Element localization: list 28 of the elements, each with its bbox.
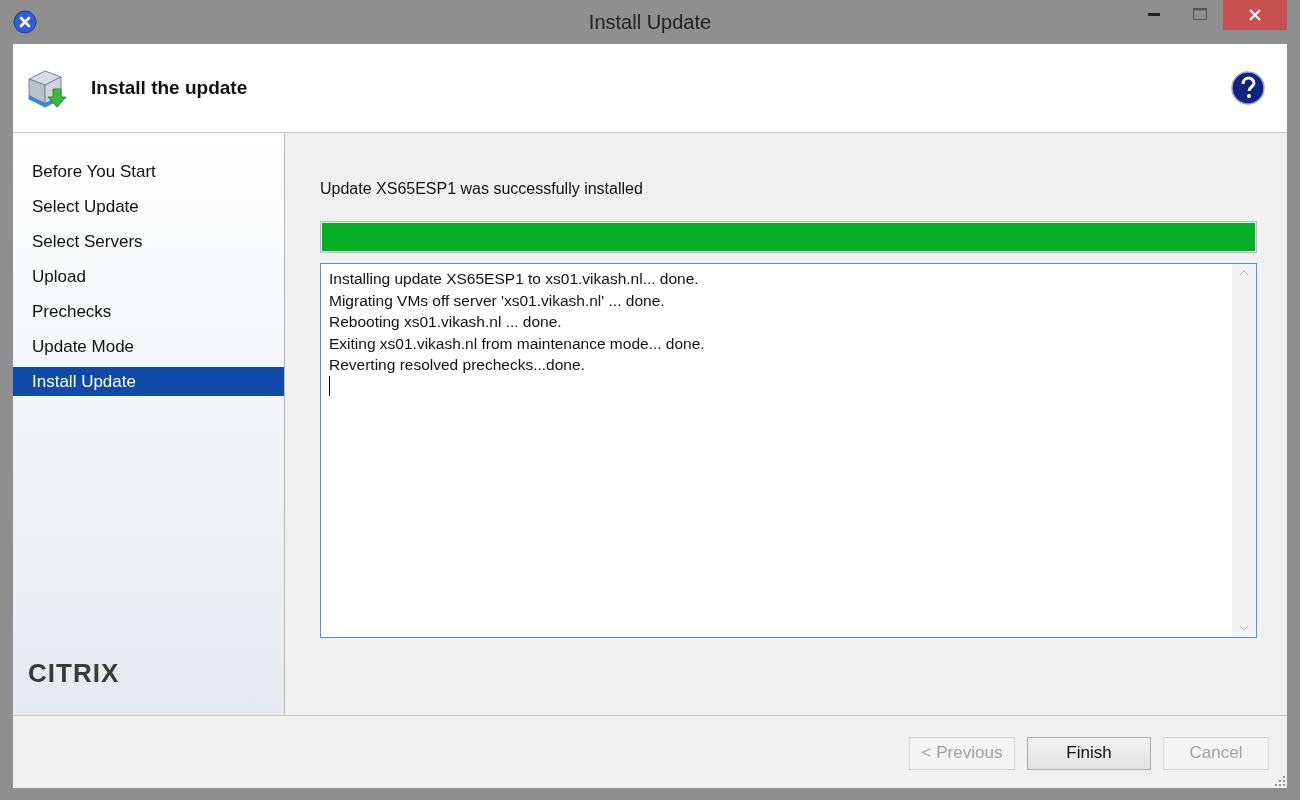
status-message: Update XS65ESP1 was successfully installed bbox=[320, 179, 644, 199]
log-line: Reverting resolved prechecks...done. bbox=[329, 355, 585, 375]
sidebar-item[interactable]: Select Update bbox=[13, 192, 284, 221]
text-cursor bbox=[329, 375, 330, 396]
log-line: Installing update XS65ESP1 to xs01.vikash.nl... done. bbox=[329, 269, 699, 289]
header-title: Install the update bbox=[91, 75, 248, 100]
app-close-icon bbox=[13, 10, 37, 34]
maximize-icon bbox=[1193, 8, 1207, 20]
sidebar-item[interactable]: Install Update bbox=[13, 367, 284, 396]
log-text-area[interactable] bbox=[320, 263, 1257, 638]
sidebar-item[interactable]: Prechecks bbox=[13, 297, 284, 326]
scroll-down-icon bbox=[1239, 625, 1249, 631]
minimize-icon bbox=[1148, 12, 1160, 16]
log-line: Rebooting xs01.vikash.nl ... done. bbox=[329, 312, 562, 332]
log-line: Exiting xs01.vikash.nl from maintenance mode... done. bbox=[329, 333, 705, 354]
close-button[interactable] bbox=[1223, 0, 1287, 30]
resize-grip-icon bbox=[1275, 776, 1285, 786]
close-icon bbox=[1249, 9, 1261, 21]
citrix-logo: CITRIX bbox=[28, 657, 121, 690]
sidebar-item[interactable]: Select Servers bbox=[13, 227, 284, 256]
wizard-button[interactable]: Finish bbox=[1027, 736, 1151, 770]
help-icon bbox=[1231, 71, 1265, 105]
log-line: Migrating VMs off server 'xs01.vikash.nl' ... done. bbox=[329, 290, 665, 311]
sidebar-item[interactable]: Update Mode bbox=[13, 332, 284, 361]
scroll-up-icon bbox=[1239, 270, 1249, 276]
sidebar-item[interactable]: Before You Start bbox=[13, 157, 284, 186]
window-title: Install Update bbox=[588, 10, 712, 35]
sidebar-item[interactable]: Upload bbox=[13, 262, 284, 291]
